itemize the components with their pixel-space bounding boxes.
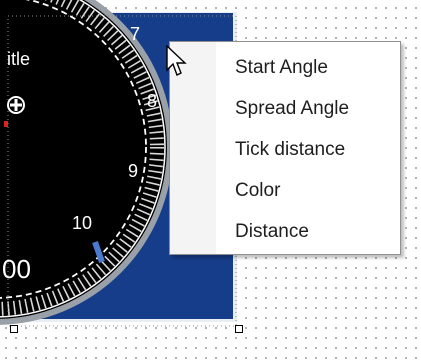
tick-label-7: 7 [130, 24, 141, 44]
menu-item-label: Distance [235, 221, 309, 242]
resize-handle-bottom-right[interactable] [235, 325, 243, 333]
red-marker [4, 121, 8, 127]
resize-handle-bottom-left[interactable] [10, 325, 18, 333]
plus-circle-icon[interactable] [6, 95, 26, 115]
tick-label-9: 9 [128, 161, 139, 181]
menu-item-tick-distance[interactable]: Tick distance [170, 129, 400, 170]
menu-item-distance[interactable]: Distance [170, 211, 400, 252]
menu-item-label: Color [235, 180, 281, 201]
arrow-cursor-icon [166, 45, 187, 76]
menu-item-label: Start Angle [235, 57, 328, 78]
menu-item-color[interactable]: Color [170, 170, 400, 211]
menu-item-start-angle[interactable]: Start Angle [170, 47, 400, 88]
gauge-value: 00 [2, 254, 31, 284]
tick-label-8: 8 [147, 91, 158, 111]
menu-item-label: Spread Angle [235, 98, 350, 119]
gauge-title: itle [7, 49, 31, 69]
tick-label-10: 10 [72, 213, 93, 233]
context-menu: Start Angle Spread Angle Tick distance C… [169, 41, 401, 255]
menu-item-spread-angle[interactable]: Spread Angle [170, 88, 400, 129]
menu-item-label: Tick distance [235, 139, 346, 160]
